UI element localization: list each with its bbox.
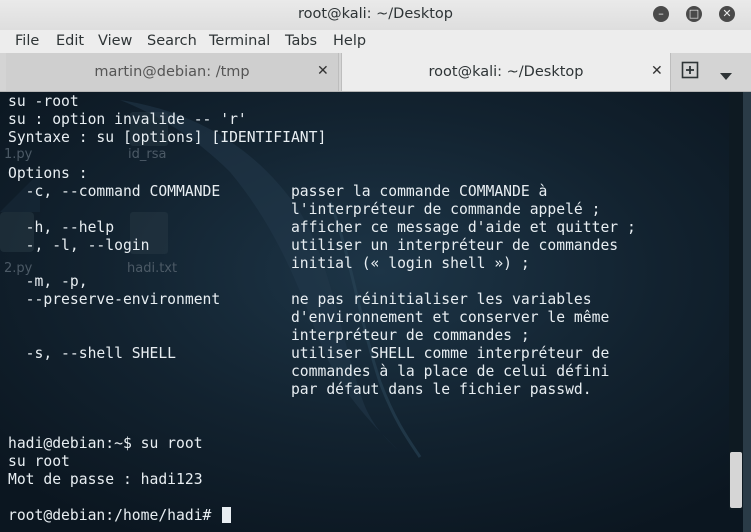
terminal-line: su : option invalide -- 'r' (8, 111, 247, 128)
terminal-cursor (222, 507, 232, 523)
terminal-prompt: root@debian:/home/hadi# (8, 507, 221, 524)
terminal-line: --preserve-environment ne pas réinitiali… (8, 291, 592, 308)
tab-close-icon[interactable]: ✕ (317, 63, 329, 79)
terminal-line: su root (8, 453, 70, 470)
window-title: root@kali: ~/Desktop (298, 6, 453, 22)
menu-tabs[interactable]: Tabs (285, 33, 317, 49)
terminal-line: Mot de passe : hadi123 (8, 471, 203, 488)
terminal-line: interpréteur de commandes ; (8, 327, 530, 344)
terminal-line: -c, --command COMMANDE passer la command… (8, 183, 548, 200)
terminal-line: Options : (8, 165, 88, 182)
terminal-line: -h, --help afficher ce message d'aide et… (8, 219, 636, 236)
maximize-icon[interactable]: □ (686, 6, 702, 22)
terminal-view[interactable]: 1.py id_rsa 2.py hadi.txt su -root su : o… (0, 92, 751, 532)
menu-edit[interactable]: Edit (56, 33, 84, 49)
terminal-line: commandes à la place de celui défini (8, 363, 610, 380)
menu-bar: File Edit View Search Terminal Tabs Help (0, 30, 751, 53)
terminal-line: su -root (8, 93, 79, 110)
terminal-prompt-line: root@debian:/home/hadi# (8, 507, 636, 525)
tab-label: root@kali: ~/Desktop (428, 64, 584, 80)
terminal-line: Syntaxe : su [options] [IDENTIFIANT] (8, 129, 327, 146)
menu-file[interactable]: File (15, 33, 39, 49)
tabs-menu-chevron-down-icon[interactable] (720, 66, 732, 88)
terminal-scrollbar[interactable] (729, 92, 743, 510)
new-tab-icon[interactable] (681, 61, 699, 83)
menu-help[interactable]: Help (333, 33, 366, 49)
tab-martin-debian-tmp[interactable]: martin@debian: /tmp ✕ (6, 53, 339, 91)
close-icon[interactable]: ✕ (719, 6, 735, 22)
terminal-line: -s, --shell SHELL utiliser SHELL comme i… (8, 345, 610, 362)
terminal-line: hadi@debian:~$ su root (8, 435, 203, 452)
tab-root-kali-desktop[interactable]: root@kali: ~/Desktop ✕ (341, 53, 671, 91)
terminal-line: d'environnement et conserver le même (8, 309, 610, 326)
scrollbar-thumb[interactable] (730, 452, 742, 508)
tab-close-icon[interactable]: ✕ (651, 63, 663, 79)
title-bar: root@kali: ~/Desktop – □ ✕ (0, 0, 751, 31)
window-edge (743, 92, 751, 532)
terminal-output: su -root su : option invalide -- 'r' Synta… (8, 93, 636, 525)
menu-search[interactable]: Search (147, 33, 197, 49)
menu-terminal[interactable]: Terminal (209, 33, 270, 49)
menu-view[interactable]: View (98, 33, 132, 49)
tab-label: martin@debian: /tmp (94, 64, 250, 80)
terminal-line: l'interpréteur de commande appelé ; (8, 201, 601, 218)
tab-bar: martin@debian: /tmp ✕ root@kali: ~/Deskt… (0, 53, 751, 92)
terminal-line: -, -l, --login utiliser un interpréteur … (8, 237, 619, 254)
terminal-line: initial (« login shell ») ; (8, 255, 530, 272)
minimize-icon[interactable]: – (653, 6, 669, 22)
terminal-line: par défaut dans le fichier passwd. (8, 381, 592, 398)
terminal-line: -m, -p, (8, 273, 88, 290)
